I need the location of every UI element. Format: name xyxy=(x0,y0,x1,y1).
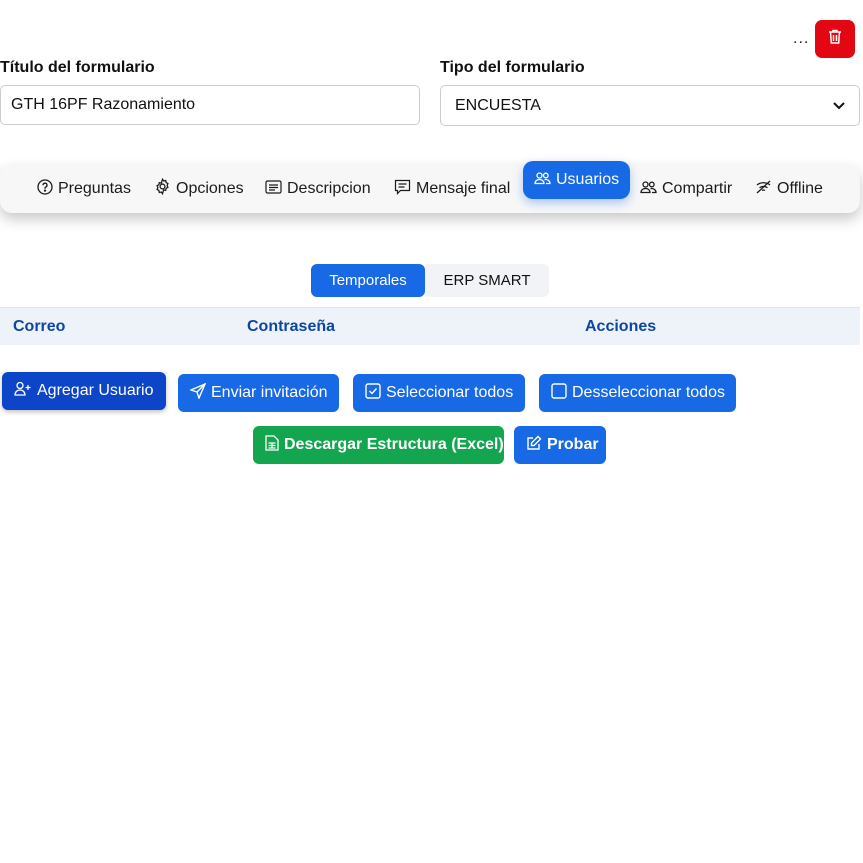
column-header-contrasena: Contraseña xyxy=(247,318,336,335)
user-source-tabs: Temporales ERP SMART xyxy=(311,264,549,297)
spreadsheet-icon xyxy=(265,434,279,456)
gear-icon xyxy=(154,177,171,200)
tab-usuarios[interactable]: Usuarios xyxy=(523,161,631,199)
form-title-label: Título del formulario xyxy=(0,59,155,76)
button-label: Agregar Usuario xyxy=(37,382,154,399)
checkbox-checked-icon xyxy=(365,382,381,404)
column-header-correo: Correo xyxy=(13,318,66,335)
button-label: Enviar invitación xyxy=(211,384,328,401)
chevron-down-icon xyxy=(833,97,845,115)
send-icon xyxy=(189,382,207,404)
checkbox-empty-icon xyxy=(551,382,567,404)
users-table-header: Correo Contraseña Acciones xyxy=(0,307,860,345)
button-label: Descargar Estructura (Excel) xyxy=(284,436,504,453)
add-user-button[interactable]: Agregar Usuario xyxy=(2,372,166,410)
tab-compartir[interactable]: Compartir xyxy=(640,165,732,213)
select-all-button[interactable]: Seleccionar todos xyxy=(353,374,525,412)
users-icon xyxy=(534,171,551,190)
form-title-input[interactable] xyxy=(0,85,420,125)
wifi-off-icon xyxy=(755,180,772,199)
form-type-label: Tipo del formulario xyxy=(440,59,585,76)
users-icon xyxy=(640,180,657,199)
form-type-select[interactable]: ENCUESTA xyxy=(440,85,860,126)
tab-label: Compartir xyxy=(662,180,733,197)
tab-descripcion[interactable]: Descripcion xyxy=(265,165,371,213)
user-plus-icon xyxy=(14,381,32,401)
tab-label: Descripcion xyxy=(287,180,371,197)
deselect-all-button[interactable]: Desseleccionar todos xyxy=(539,374,736,412)
delete-button[interactable] xyxy=(815,20,855,58)
column-header-acciones: Acciones xyxy=(585,318,657,335)
button-label: Probar xyxy=(547,436,599,453)
tab-opciones[interactable]: Opciones xyxy=(154,165,244,213)
trash-icon xyxy=(827,28,843,50)
form-type-value: ENCUESTA xyxy=(455,96,541,114)
more-options-button[interactable]: ... xyxy=(793,30,809,48)
subtab-temporales[interactable]: Temporales xyxy=(311,264,425,297)
tab-label: Preguntas xyxy=(58,180,131,197)
tab-label: Usuarios xyxy=(556,171,620,188)
section-tabbar: Preguntas Opciones Descripcion Mensaje f… xyxy=(0,161,860,213)
tab-offline[interactable]: Offline xyxy=(755,165,823,213)
tab-mensaje-final[interactable]: Mensaje final xyxy=(394,165,510,213)
chat-lines-icon xyxy=(394,179,411,200)
tab-label: Opciones xyxy=(176,180,244,197)
tab-label: Mensaje final xyxy=(416,180,511,197)
edit-icon xyxy=(526,435,542,456)
card-text-icon xyxy=(265,179,282,199)
tab-preguntas[interactable]: Preguntas xyxy=(37,165,131,213)
send-invitation-button[interactable]: Enviar invitación xyxy=(178,374,339,412)
button-label: Desseleccionar todos xyxy=(572,384,725,401)
download-structure-button[interactable]: Descargar Estructura (Excel) xyxy=(253,426,504,464)
tab-label: Offline xyxy=(777,180,823,197)
test-button[interactable]: Probar xyxy=(514,426,606,464)
subtab-erp-smart[interactable]: ERP SMART xyxy=(425,264,549,297)
question-circle-icon xyxy=(37,178,53,200)
button-label: Seleccionar todos xyxy=(386,384,514,401)
